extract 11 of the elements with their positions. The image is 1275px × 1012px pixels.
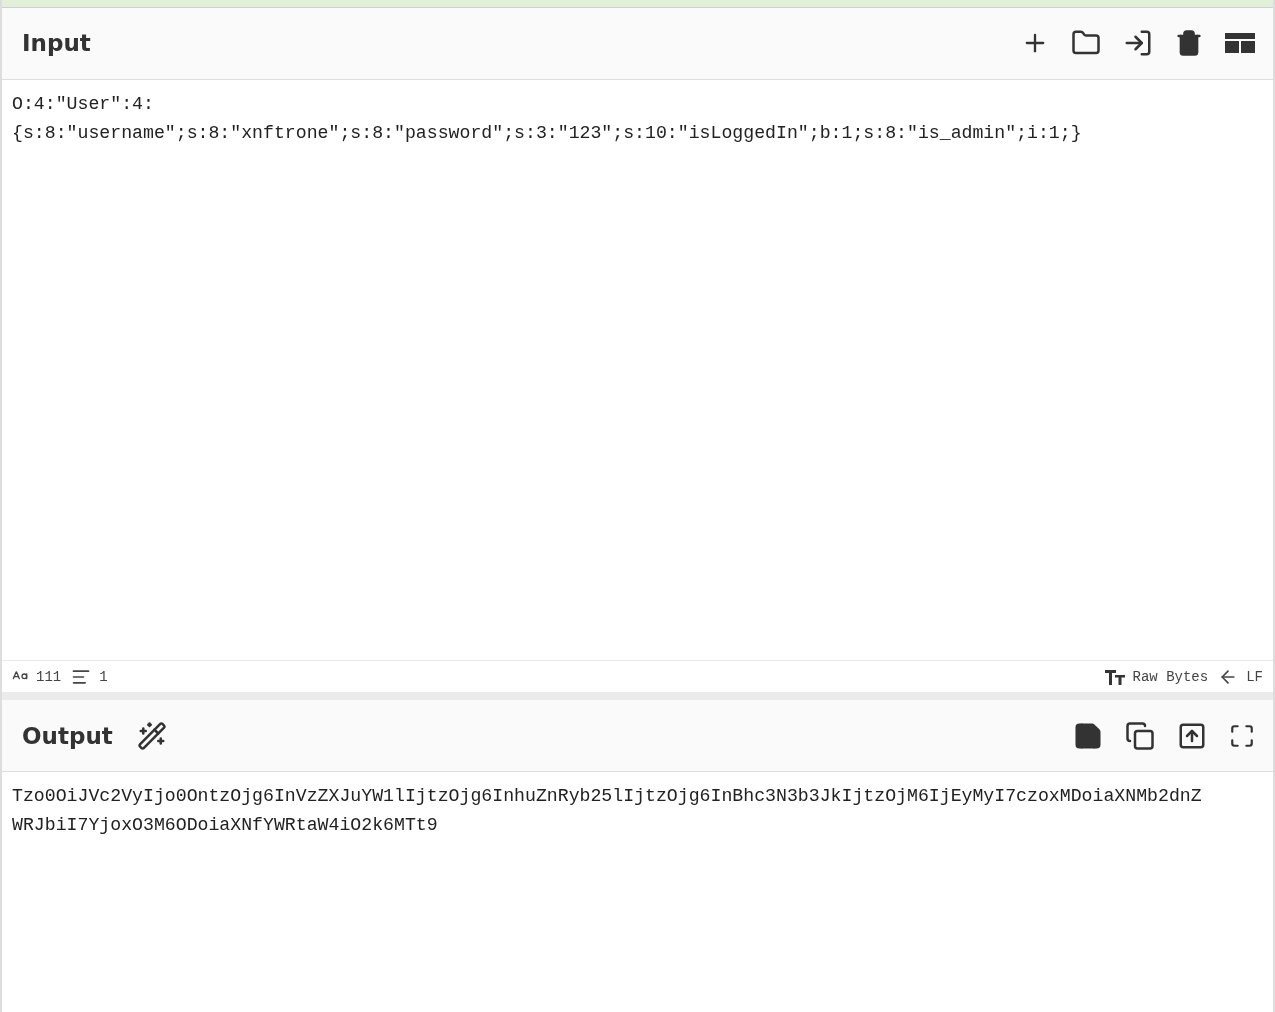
encoding-label[interactable]: Raw Bytes bbox=[1132, 668, 1209, 685]
panel-title: Input bbox=[22, 30, 91, 57]
input-text-line[interactable]: {s:8:"username";s:8:"xnftrone";s:8:"password";s:3:"123";s:10:"isLoggedIn";b:1;s:8:"is_admin";i:1;} bbox=[12, 118, 1082, 148]
panel-title: Output bbox=[22, 722, 113, 749]
eol-label[interactable]: LF bbox=[1246, 668, 1263, 685]
char-count: 111 bbox=[36, 668, 62, 685]
output-text-line[interactable]: WRJbiI7YjoxO3M6ODoiaXNfYWRtaW4iO2k6MTt9 bbox=[12, 811, 438, 841]
text-size-icon bbox=[1104, 668, 1125, 685]
output-text-line[interactable]: Tzo0OiJVc2VyIjo0OntzOjg6InVzZXJuYW1lIjtzOjg6InhuZnRyb25lIjtzOjg6InBhc3N3b3JkIjtzOjM6IjEyMyI7czoxMDoiaXNMb2dnZ bbox=[12, 782, 1202, 812]
input-text-line[interactable]: O:4:"User":4: bbox=[12, 89, 154, 119]
line-count: 1 bbox=[99, 668, 108, 685]
